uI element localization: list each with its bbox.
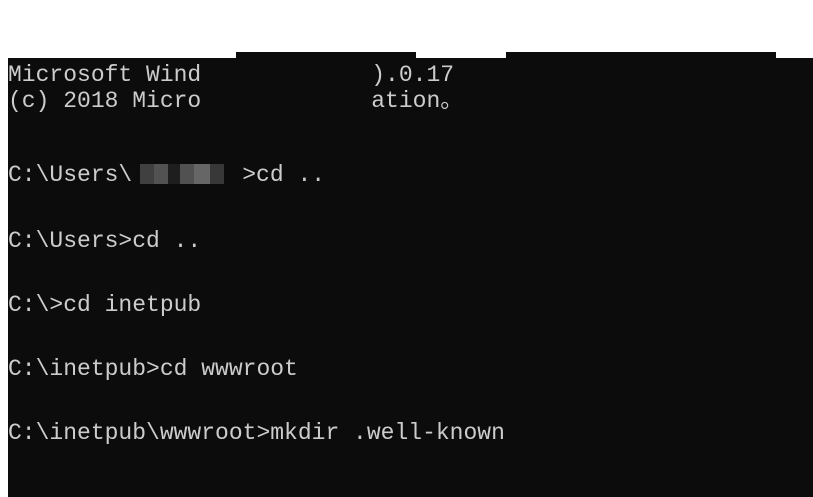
console-command-line: C:\inetpub\wwwroot>mkdir .well-known [8,420,505,446]
screenshot-frame: Microsoft Wind ).0.17 (c) 2018 Micro ation… [0,0,813,497]
header-text-left: Microsoft Wind [8,62,202,88]
console-window[interactable]: Microsoft Wind ).0.17 (c) 2018 Micro ation… [8,58,813,497]
console-command-line: C:\Users\ >cd .. [8,162,325,188]
console-command-line: C:\inetpub>cd wwwroot [8,356,298,382]
console-command-line: C:\>cd inetpub [8,292,202,318]
console-command-line: C:\Users>cd .. [8,228,202,254]
command-text: >cd .. [242,162,326,188]
prompt-text: C:\Users\ [8,162,133,188]
header-text-left: (c) 2018 Micro [8,88,202,114]
header-text-right: ation。 [371,88,464,114]
blurred-username [132,164,243,184]
console-header-line-2: (c) 2018 Micro ation。 [8,88,463,114]
header-text-right: ).0.17 [371,62,455,88]
console-header-line-1: Microsoft Wind ).0.17 [8,62,454,88]
